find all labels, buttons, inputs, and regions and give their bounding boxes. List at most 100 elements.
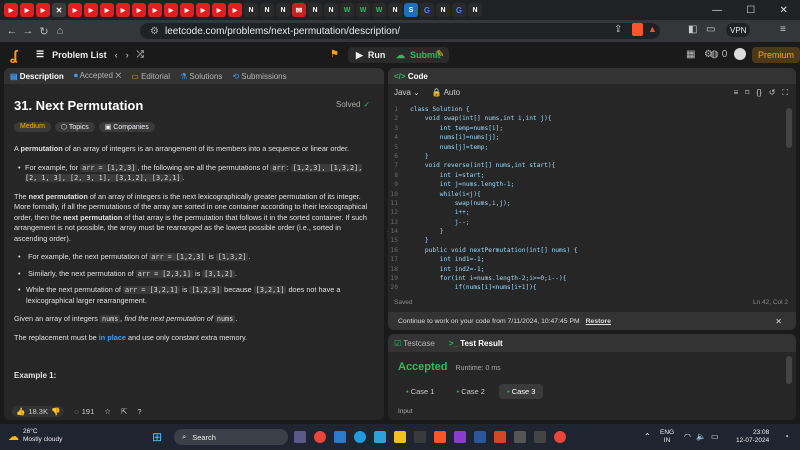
menu-icon[interactable]: ≡	[780, 24, 786, 35]
case-tab-3[interactable]: • Case 3	[498, 384, 544, 399]
browser-tab[interactable]: GoogleG	[452, 3, 466, 17]
chrome-icon[interactable]	[314, 431, 326, 443]
code-editor[interactable]: 1 class Solution {2 void swap(int[] nums,…	[388, 106, 796, 292]
browser-tab[interactable]: YouTube▶	[180, 3, 194, 17]
word-icon[interactable]	[474, 431, 486, 443]
close-tab-icon[interactable]: ✕	[115, 71, 121, 80]
tab-editorial[interactable]: ▭ Editorial	[131, 72, 170, 81]
browser-tab[interactable]: W	[340, 3, 354, 17]
powerpoint-icon[interactable]	[494, 431, 506, 443]
code-line[interactable]: 16 public void nextPermutation(int[] num…	[388, 247, 796, 256]
code-line[interactable]: 9 int j=nums.length-1;	[388, 181, 796, 190]
tab-submissions[interactable]: ⟲ Submissions	[232, 72, 286, 81]
companies-button[interactable]: ▣ Companies	[98, 122, 155, 132]
tab-description[interactable]: ▤ Description	[10, 72, 64, 81]
code-line[interactable]: 12 i++;	[388, 209, 796, 218]
language-indicator[interactable]: ENG IN	[660, 429, 674, 445]
clock[interactable]: 23:08 12-07-2024	[736, 429, 769, 445]
auto-mode-toggle[interactable]: 🔒 Auto	[432, 88, 460, 97]
browser-tab[interactable]: N	[388, 3, 402, 17]
code-line[interactable]: 18 int ind2=-1;	[388, 266, 796, 275]
system-tray[interactable]: ◠ 🔈 ▭	[684, 432, 719, 441]
browser-tab[interactable]: YouTube▶	[228, 3, 242, 17]
code-line[interactable]: 19 for(int i=nums.length-2;i>=0;i--){	[388, 275, 796, 284]
tray-chevron-icon[interactable]: ⌃	[644, 432, 651, 441]
browser-tab[interactable]: Close✕	[52, 3, 66, 17]
browser-tab[interactable]: N	[308, 3, 322, 17]
streak-counter[interactable]: ◍ 0	[706, 49, 727, 60]
code-line[interactable]: 17 int ind1=-1;	[388, 256, 796, 265]
help-icon[interactable]: ?	[137, 407, 141, 416]
leetcode-logo-icon[interactable]: ʆ	[10, 47, 24, 63]
layout-icon[interactable]: ▦	[686, 49, 695, 60]
braces-icon[interactable]: {}	[756, 88, 761, 98]
tab-solutions[interactable]: ⚗ Solutions	[180, 72, 222, 81]
browser-tab[interactable]: N	[324, 3, 338, 17]
restore-link[interactable]: Restore	[586, 318, 611, 325]
code-tab[interactable]: </> Code	[394, 72, 428, 81]
site-info-icon[interactable]: ⚙	[150, 26, 159, 37]
thumbs-down-icon[interactable]: 👎	[51, 407, 60, 416]
share-link-icon[interactable]: ⇱	[121, 407, 127, 416]
brave-rewards-icon[interactable]: ▲	[648, 24, 657, 34]
chrome-profile-icon[interactable]	[554, 431, 566, 443]
wallet-icon[interactable]: ▭	[706, 24, 715, 35]
browser-tab[interactable]: YouTube▶	[196, 3, 210, 17]
star-icon[interactable]: ☆	[104, 407, 111, 416]
maximize-icon[interactable]: ☐	[746, 5, 755, 16]
comments-button[interactable]: ◌ 191	[74, 407, 94, 416]
shuffle-icon[interactable]: ⤮	[137, 49, 144, 60]
windows-start-icon[interactable]: ⊞	[152, 430, 162, 444]
dismiss-icon[interactable]: ✕	[775, 317, 782, 326]
calculator-icon[interactable]	[534, 431, 546, 443]
close-tab-icon[interactable]: ✕	[56, 6, 63, 15]
code-line[interactable]: 20 if(nums[i]<nums[i+1]){	[388, 284, 796, 292]
code-line[interactable]: 1 class Solution {	[388, 106, 796, 115]
case-tab-1[interactable]: • Case 1	[398, 384, 442, 399]
code-line[interactable]: 15 }	[388, 237, 796, 246]
vpn-button[interactable]: VPN	[726, 23, 751, 37]
premium-button[interactable]: Premium	[752, 47, 800, 63]
browser-tab[interactable]: YouTube▶	[132, 3, 146, 17]
browser-tab[interactable]: N	[468, 3, 482, 17]
browser-tab[interactable]: YouTube▶	[68, 3, 82, 17]
notification-icon[interactable]: ◔	[784, 432, 789, 441]
browser-tab[interactable]: YouTube▶	[20, 3, 34, 17]
code-line[interactable]: 4 nums[i]=nums[j];	[388, 134, 796, 143]
editor-scrollbar[interactable]	[786, 108, 792, 148]
weather-widget[interactable]: ☁ 26°C Mostly cloudy	[8, 428, 62, 444]
testcase-scrollbar[interactable]	[786, 356, 792, 384]
brave-shield-icon[interactable]	[632, 23, 643, 36]
intellij-icon[interactable]	[454, 431, 466, 443]
settings-app-icon[interactable]	[514, 431, 526, 443]
browser-tab[interactable]: YouTube▶	[36, 3, 50, 17]
browser-tab[interactable]: YouTube▶	[164, 3, 178, 17]
code-line[interactable]: 13 j--;	[388, 219, 796, 228]
browser-tab[interactable]: S	[404, 3, 418, 17]
avatar[interactable]	[734, 48, 746, 60]
problem-list-link[interactable]: Problem List	[52, 50, 107, 60]
bookmark-icon[interactable]: ⌑	[745, 88, 749, 98]
close-window-icon[interactable]: ✕	[779, 5, 787, 16]
url-bar[interactable]: ⚙ leetcode.com/problems/next-permutation…	[140, 23, 660, 39]
store-icon[interactable]	[414, 431, 426, 443]
edge-icon[interactable]	[354, 431, 366, 443]
extensions-icon[interactable]: ◧	[688, 24, 697, 35]
like-button[interactable]: 👍 18.3K 👎	[12, 405, 65, 417]
note-icon[interactable]: ✎	[436, 49, 444, 60]
code-line[interactable]: 5 nums[j]=temp;	[388, 144, 796, 153]
debug-icon[interactable]: ⚑	[330, 49, 339, 60]
code-line[interactable]: 8 int i=start;	[388, 172, 796, 181]
browser-tab[interactable]: GoogleG	[420, 3, 434, 17]
browser-tab[interactable]: YouTube▶	[100, 3, 114, 17]
browser-tab[interactable]: Mail✉	[292, 3, 306, 17]
code-line[interactable]: 7 void reverse(int[] nums,int start){	[388, 162, 796, 171]
topics-button[interactable]: ⬡ Topics	[54, 122, 95, 132]
code-line[interactable]: 3 int temp=nums[i];	[388, 125, 796, 134]
back-icon[interactable]: ←	[4, 25, 20, 37]
browser-tab[interactable]: W	[356, 3, 370, 17]
code-line[interactable]: 14 }	[388, 228, 796, 237]
minimize-icon[interactable]: —	[712, 5, 722, 16]
browser-tab[interactable]: N	[244, 3, 258, 17]
in-place-link[interactable]: in place	[99, 333, 126, 342]
